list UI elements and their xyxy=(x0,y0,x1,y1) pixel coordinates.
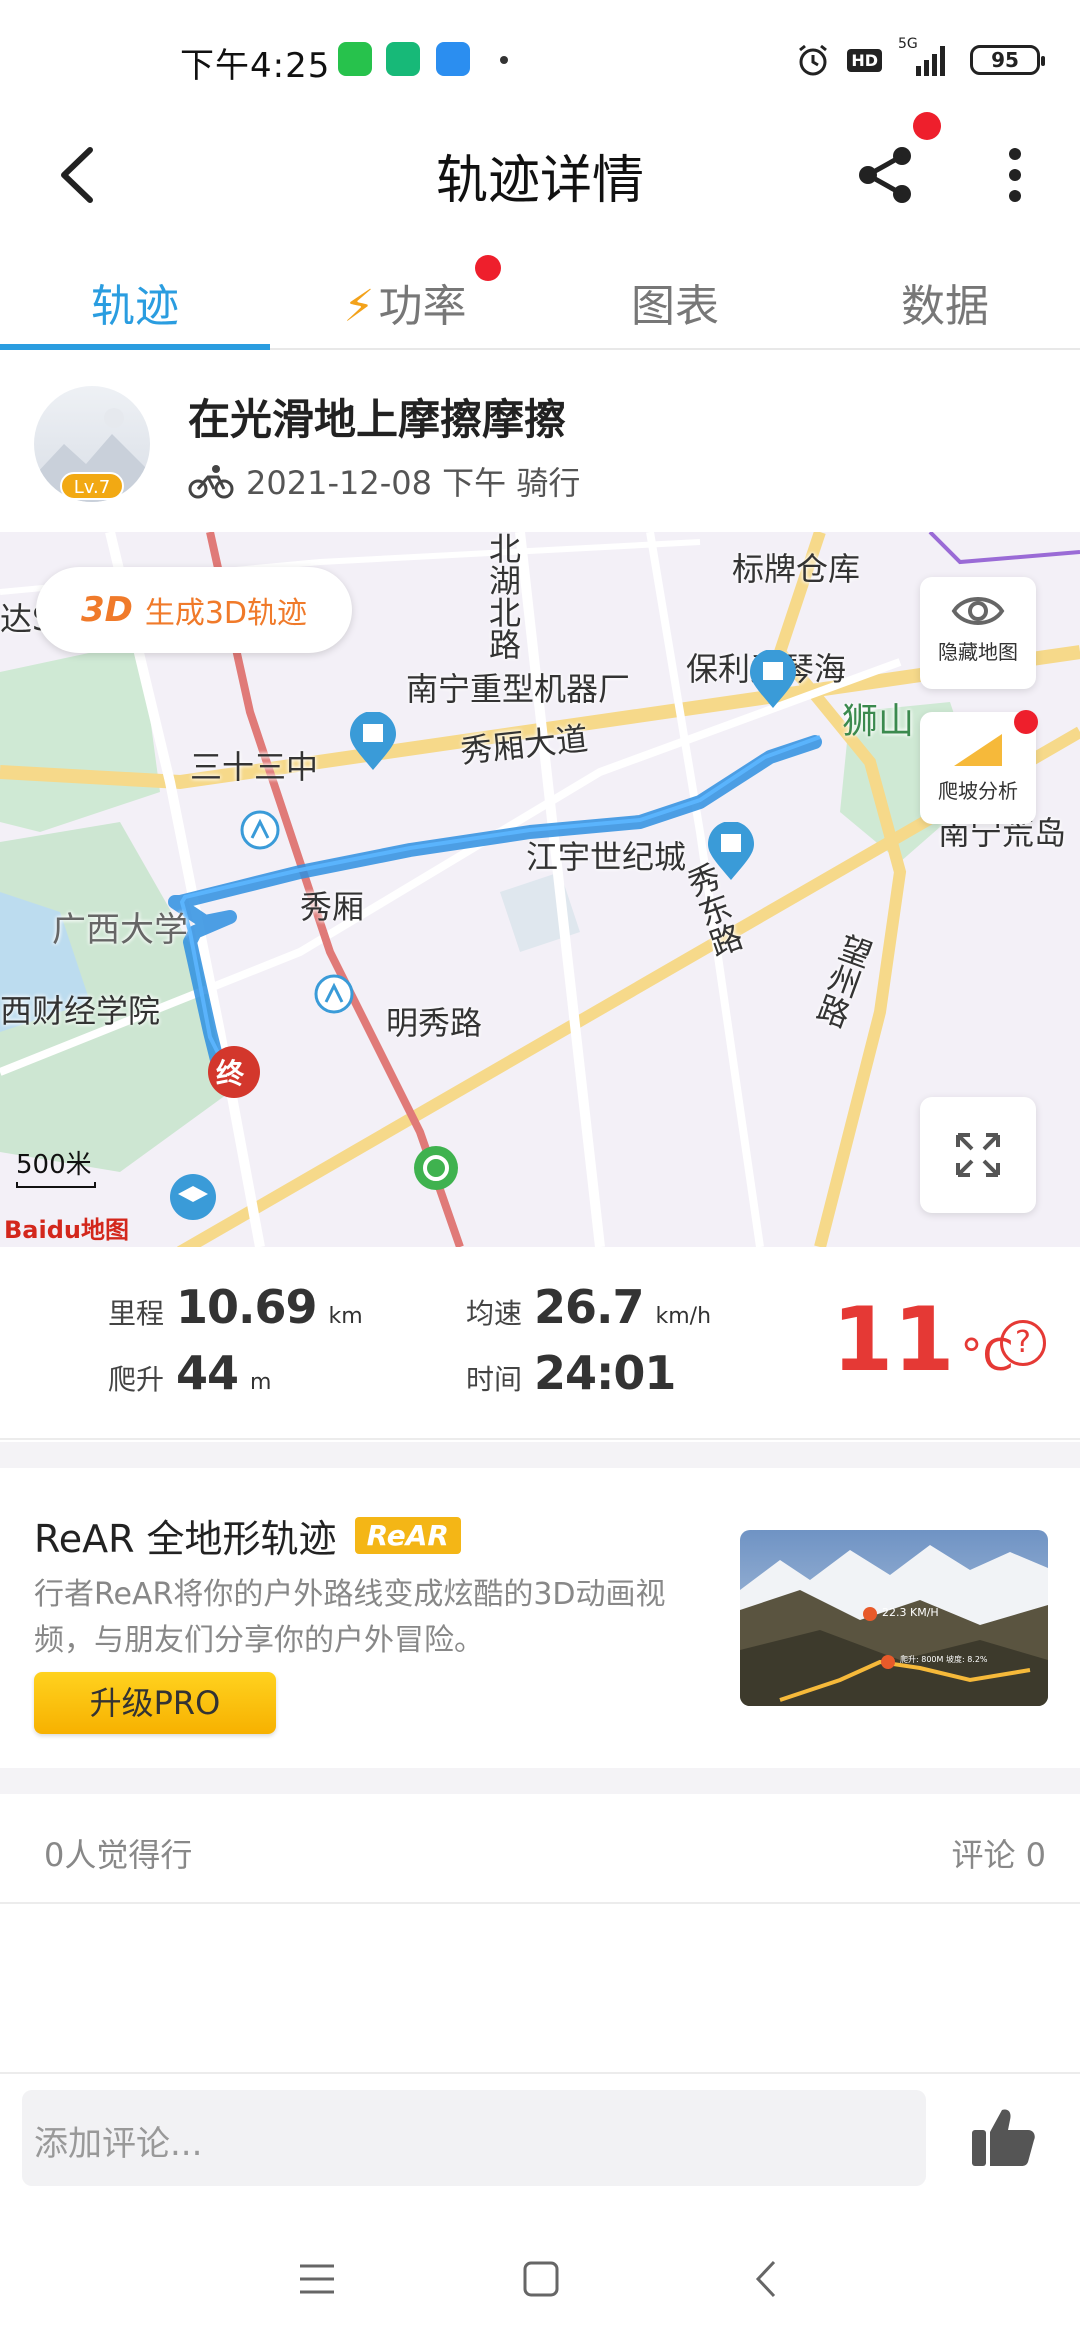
cloud-app-icon xyxy=(436,42,470,76)
expand-icon xyxy=(956,1133,1000,1177)
comment-input[interactable]: 添加评论... xyxy=(22,2090,926,2186)
rear-badge: ReAR xyxy=(354,1517,461,1554)
tab-data[interactable]: 数据 xyxy=(810,250,1080,348)
level-badge: Lv.7 xyxy=(60,472,124,500)
section-divider xyxy=(0,1768,1080,1794)
stats-panel: 里程 10.69 km 爬升 44 m 均速 26.7 km/h 时间 24:0… xyxy=(0,1250,1080,1440)
activity-title: 在光滑地上摩擦摩擦 xyxy=(188,395,567,444)
map-label-mingxiu: 明秀路 xyxy=(386,1004,483,1042)
map-provider-logo: Baidu地图 xyxy=(4,1216,129,1244)
map-scale-label: 500米 xyxy=(16,1150,92,1180)
status-time: 下午4:25 xyxy=(180,46,331,86)
bicycle-icon xyxy=(188,465,234,499)
promo-title: ReAR 全地形轨迹 ReAR xyxy=(34,1508,461,1563)
map-label-jiangyu: 江宇世纪城 xyxy=(526,838,687,876)
tab-bar: 轨迹 ⚡功率 图表 数据 xyxy=(0,250,1080,350)
promo-3d-preview-image[interactable]: 22.3 KM/H 爬升: 800M 坡度: 8.2% xyxy=(740,1530,1048,1706)
fullscreen-button[interactable] xyxy=(920,1097,1036,1213)
poi-marker-icon xyxy=(708,822,754,880)
power-badge-dot xyxy=(475,255,501,281)
status-bar: 下午4:25 HD 5G 95 xyxy=(0,0,1080,120)
map-label-beihu: 北湖北路 xyxy=(484,532,522,660)
wechat-icon xyxy=(338,42,372,76)
menu-nav-button[interactable] xyxy=(292,2254,342,2304)
metro-transfer-icon xyxy=(414,1146,458,1190)
battery-icon: 95 xyxy=(970,45,1045,75)
share-button[interactable] xyxy=(850,140,920,210)
generate-3d-button[interactable]: 3D 生成3D轨迹 xyxy=(36,567,352,653)
eye-icon xyxy=(951,597,1005,625)
tab-track[interactable]: 轨迹 xyxy=(0,250,270,350)
activity-header: Lv.7 在光滑地上摩擦摩擦 2021-12-08 下午 骑行 xyxy=(0,360,1080,530)
stat-duration: 时间 24:01 xyxy=(466,1346,676,1400)
lightning-icon: ⚡ xyxy=(343,281,375,332)
alarm-icon xyxy=(799,44,828,76)
map-label-sanshisan: 三十三中 xyxy=(190,748,319,786)
shield-app-icon xyxy=(386,42,420,76)
map-scale-bar xyxy=(16,1182,96,1188)
home-nav-button[interactable] xyxy=(516,2254,566,2304)
hide-map-button[interactable]: 隐藏地图 xyxy=(920,577,1036,689)
upgrade-pro-button[interactable]: 升级PRO xyxy=(34,1672,276,1734)
climb-badge-dot xyxy=(1014,710,1038,734)
likes-count[interactable]: 0人觉得行 xyxy=(44,1830,192,1876)
system-nav-bar xyxy=(0,2214,1080,2340)
slope-icon xyxy=(954,734,1002,766)
comments-count[interactable]: 评论 0 xyxy=(951,1830,1046,1876)
metro-station-icon xyxy=(314,974,354,1014)
tab-power[interactable]: ⚡功率 xyxy=(270,250,540,348)
rear-promo: ReAR 全地形轨迹 ReAR 行者ReAR将你的户外路线变成炫酷的3D动画视频… xyxy=(0,1468,1080,1768)
map-label-guangxi-uni: 广西大学 xyxy=(52,910,188,950)
map-label-machine-factory: 南宁重型机器厂 xyxy=(406,670,631,708)
promo-description: 行者ReAR将你的户外路线变成炫酷的3D动画视频，与朋友们分享你的户外冒险。 xyxy=(34,1577,666,1658)
map-label-biaopai: 标牌仓库 xyxy=(732,550,861,588)
hd-icon: HD xyxy=(847,48,882,72)
map-label-xicai: 西财经学院 xyxy=(0,992,161,1030)
title-bar: 轨迹详情 xyxy=(0,112,1080,230)
notification-dot-icon xyxy=(500,56,508,64)
route-map[interactable]: 终 标牌仓库 达SOHO 苏卢 北湖北路 南宁重型机器厂 保利爱琴海 秀厢大道 … xyxy=(0,532,1080,1247)
temperature: 11 °C xyxy=(832,1288,1014,1391)
section-divider xyxy=(0,1442,1080,1468)
poi-marker-icon xyxy=(350,712,396,770)
map-label-end: 终 xyxy=(216,1057,245,1090)
help-button[interactable]: ? xyxy=(1000,1320,1046,1366)
stat-climb: 爬升 44 m xyxy=(108,1346,272,1400)
thumbs-up-button[interactable] xyxy=(968,2102,1038,2172)
back-nav-button[interactable] xyxy=(742,2254,792,2304)
school-icon xyxy=(170,1174,216,1220)
stat-avg-speed: 均速 26.7 km/h xyxy=(466,1280,712,1334)
status-icons: HD 5G 95 xyxy=(795,36,1045,80)
promo-image-speed: 22.3 KM/H xyxy=(882,1606,939,1619)
signal-icon: 5G xyxy=(898,36,954,78)
map-label-xiuxiang: 秀厢 xyxy=(300,888,365,926)
tab-charts[interactable]: 图表 xyxy=(540,250,810,348)
poi-marker-icon xyxy=(750,650,796,708)
promo-image-stats: 爬升: 800M 坡度: 8.2% xyxy=(900,1655,988,1664)
metro-station-icon xyxy=(240,810,280,850)
comment-bar: 添加评论... xyxy=(0,2072,1080,2212)
social-row: 0人觉得行 评论 0 xyxy=(0,1794,1080,1904)
climb-analysis-button[interactable]: 爬坡分析 xyxy=(920,710,1038,824)
activity-meta: 2021-12-08 下午 骑行 xyxy=(188,458,580,504)
map-label-shishan: 狮山 xyxy=(842,701,915,742)
stat-distance: 里程 10.69 km xyxy=(108,1280,363,1334)
more-options-button[interactable] xyxy=(995,140,1035,210)
share-badge-dot xyxy=(913,112,941,140)
